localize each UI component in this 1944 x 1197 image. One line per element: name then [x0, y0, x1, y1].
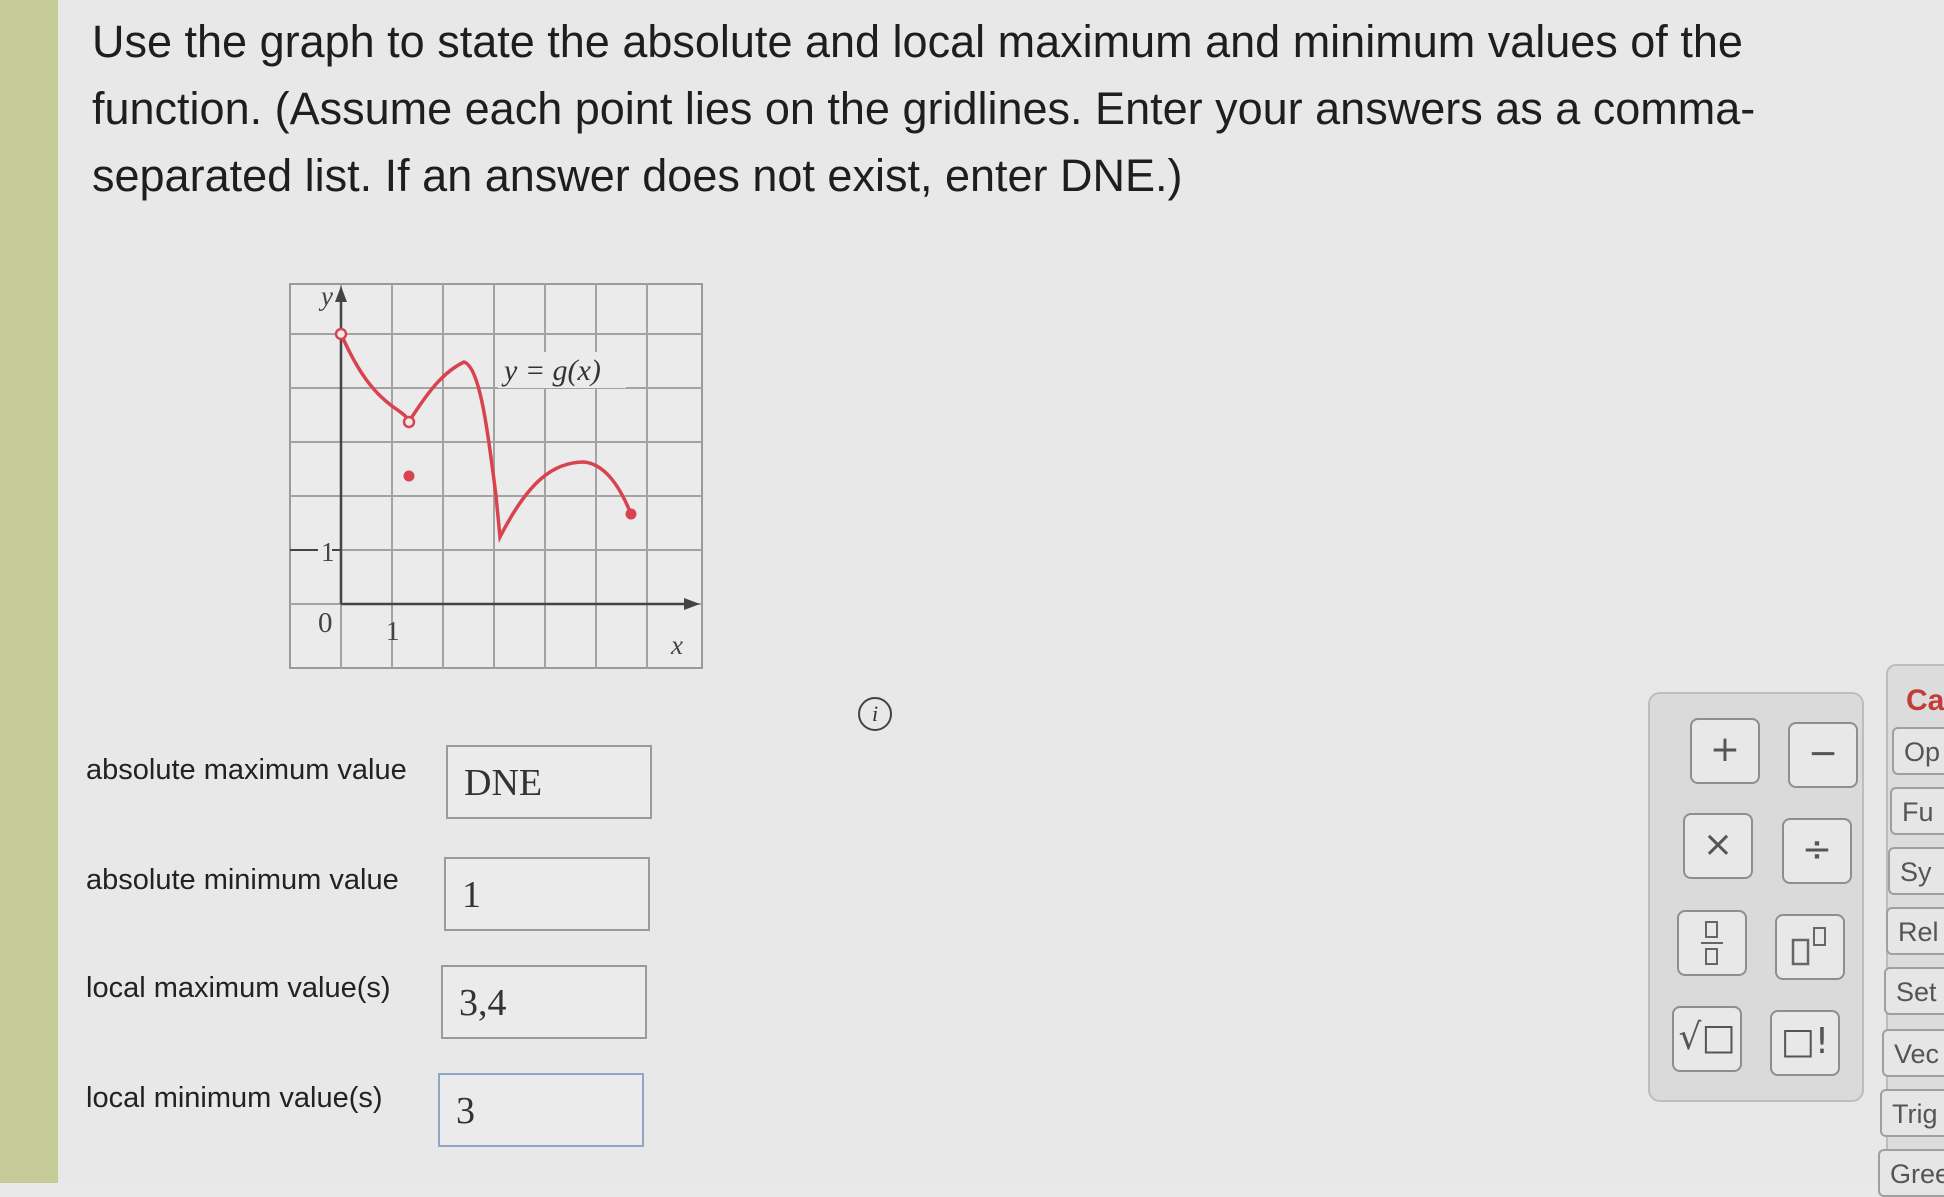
minus-button[interactable]: − [1788, 722, 1858, 788]
input-absolute-maximum[interactable]: DNE [446, 745, 652, 819]
sqrt-button[interactable]: √□ [1672, 1006, 1742, 1072]
label-local-minimum: local minimum value(s) [86, 1082, 383, 1114]
label-local-maximum: local maximum value(s) [86, 972, 391, 1004]
left-border-strip [0, 0, 58, 1183]
plus-button[interactable]: + [1690, 718, 1760, 784]
function-graph: y x 1 1 0 y = g(x) [289, 282, 703, 669]
exponent-button[interactable] [1775, 914, 1845, 980]
origin-label: 0 [318, 607, 333, 639]
x-tick-label: 1 [386, 616, 400, 646]
graph-frame [289, 283, 703, 669]
question-line-2: function. (Assume each point lies on the… [92, 83, 1756, 134]
side-tab-trig[interactable]: Trig [1880, 1089, 1944, 1137]
input-local-minimum[interactable]: 3 [438, 1073, 644, 1147]
question-text: Use the graph to state the absolute and … [92, 8, 1872, 209]
label-absolute-maximum: absolute maximum value [86, 754, 407, 786]
exponent-template-icon [1791, 927, 1826, 966]
fraction-template-icon [1701, 921, 1723, 965]
side-tab-gree[interactable]: Gree [1878, 1149, 1944, 1197]
side-tab-set[interactable]: Set [1884, 967, 1944, 1015]
factorial-button[interactable]: □! [1770, 1010, 1840, 1076]
closed-point-isolated [403, 470, 415, 482]
side-tab-fu[interactable]: Fu [1890, 787, 1944, 835]
y-axis-label: y [318, 282, 333, 311]
side-tab-header: Ca [1906, 684, 1944, 717]
function-label: y = g(x) [501, 354, 601, 387]
side-tab-rel[interactable]: Rel [1886, 907, 1944, 955]
divide-button[interactable]: ÷ [1782, 818, 1852, 884]
question-line-1: Use the graph to state the absolute and … [92, 16, 1743, 67]
input-local-maximum[interactable]: 3,4 [441, 965, 647, 1039]
side-tab-sy[interactable]: Sy [1888, 847, 1944, 895]
closed-point-right-endpoint [625, 508, 637, 520]
question-line-3: separated list. If an answer does not ex… [92, 150, 1183, 201]
y-tick-label: 1 [321, 537, 335, 567]
side-tab-vec[interactable]: Vec [1882, 1029, 1944, 1077]
side-tab-op[interactable]: Op [1892, 727, 1944, 775]
info-icon[interactable]: i [858, 697, 892, 731]
open-point-left-endpoint [334, 327, 348, 341]
input-absolute-minimum[interactable]: 1 [444, 857, 650, 931]
label-absolute-minimum: absolute minimum value [86, 864, 399, 896]
open-point-hole [402, 415, 416, 429]
multiply-button[interactable]: × [1683, 813, 1753, 879]
fraction-button[interactable] [1677, 910, 1747, 976]
x-axis-label: x [670, 630, 683, 660]
